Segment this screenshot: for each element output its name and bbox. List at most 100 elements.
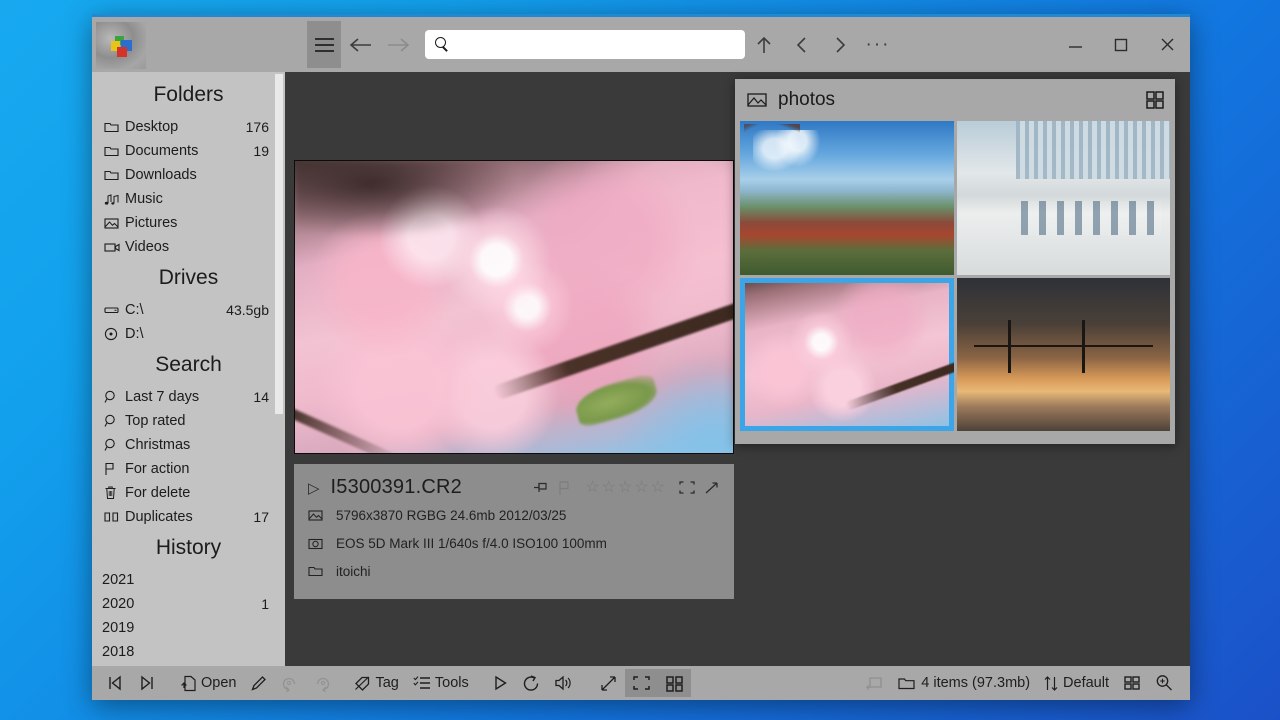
open-label: Open [201,675,237,691]
sidebar-item-for-delete[interactable]: For delete [92,481,285,505]
preview-image[interactable] [294,160,734,454]
sidebar-item-2021[interactable]: 2021 [92,568,285,592]
open-button[interactable]: Open [174,669,243,697]
sidebar-item-last-7-days[interactable]: Last 7 days 14 [92,385,285,409]
sidebar-item-desktop[interactable]: Desktop 176 [92,115,285,139]
expand-icon[interactable] [703,480,720,496]
close-button[interactable] [1144,21,1190,68]
loop-button[interactable] [515,669,548,697]
sidebar-item-2020[interactable]: 2020 1 [92,592,285,616]
flag-icon[interactable] [557,480,572,496]
fullscreen-button[interactable] [593,669,625,697]
sidebar-item-label: Last 7 days [125,389,200,405]
sidebar-item-duplicates[interactable]: Duplicates 17 [92,505,285,529]
tag-label: Tag [375,675,399,691]
disc-icon [104,327,125,341]
star-1[interactable]: ☆ [585,479,599,496]
view-single-button[interactable] [625,669,658,697]
photos-panel-title: photos [778,89,836,110]
camera-meta-text: EOS 5D Mark III 1/640s f/4.0 ISO100 100m… [336,535,607,551]
sidebar-item-count: 19 [253,143,269,159]
sort-button[interactable]: Default [1037,669,1116,697]
tag-button[interactable]: Tag [346,669,405,697]
tools-button[interactable]: Tools [406,669,476,697]
slideshow-button[interactable] [486,669,515,697]
sidebar-item-count: 14 [253,389,269,405]
view-grid-button[interactable] [658,669,691,697]
sound-button[interactable] [548,669,581,697]
sidebar-item-count: 17 [253,509,269,525]
sidebar-item-downloads[interactable]: Downloads [92,163,285,187]
sidebar-heading-history: History [155,536,222,559]
minimize-button[interactable] [1052,21,1098,68]
sidebar-item-c-drive[interactable]: C:\ 43.5gb [92,298,285,322]
picture-icon [747,92,767,108]
maximize-button[interactable] [1098,21,1144,68]
sidebar-item-for-action[interactable]: For action [92,457,285,481]
sidebar-item-label: C:\ [125,302,144,318]
sidebar-item-2018[interactable]: 2018 [92,640,285,664]
camera-icon [308,537,328,550]
search-input[interactable] [425,30,745,59]
application-window: ··· Folders Desktop 176 Documents 19 Dow… [92,14,1190,700]
edit-button[interactable] [243,669,274,697]
last-button[interactable] [131,669,162,697]
menu-button[interactable] [307,21,341,68]
sidebar-item-music[interactable]: Music [92,187,285,211]
duplicate-icon [104,511,125,523]
autumn-landscape-thumbnail[interactable] [740,121,954,275]
star-2[interactable]: ☆ [602,479,616,496]
star-3[interactable]: ☆ [618,479,632,496]
sidebar-item-label: 2018 [102,644,135,660]
sidebar-heading-search: Search [155,353,222,376]
window-body: Folders Desktop 176 Documents 19 Downloa… [92,72,1190,666]
sidebar-item-2017[interactable]: 2017 1 [92,664,285,666]
camera-meta-row: EOS 5D Mark III 1/640s f/4.0 ISO100 100m… [308,529,720,557]
title-bar: ··· [92,17,1190,72]
up-button[interactable] [745,21,783,68]
bottom-toolbar: Open Tag Tools 4 items (97.3mb) Default [92,666,1190,700]
pin-icon[interactable] [532,480,550,496]
previous-button[interactable] [783,21,821,68]
zoom-button[interactable] [1148,669,1180,697]
rotate-right-button[interactable] [306,669,338,697]
rotate-left-button[interactable] [274,669,306,697]
sidebar-item-videos[interactable]: Videos [92,235,285,259]
sort-label: Default [1063,675,1109,691]
grid-view-icon[interactable] [1145,90,1165,110]
sidebar-item-christmas[interactable]: Christmas [92,433,285,457]
play-icon[interactable]: ▷ [308,479,320,497]
white-building-thumbnail[interactable] [956,121,1170,275]
sidebar-item-pictures[interactable]: Pictures [92,211,285,235]
new-button[interactable] [859,669,891,697]
sidebar-item-top-rated[interactable]: Top rated [92,409,285,433]
sidebar-item-label: Pictures [125,215,178,231]
search-icon [104,438,125,452]
file-info-panel: ▷ I5300391.CR2 ☆ ☆ ☆ ☆ ☆ 5796x3870 RGBG … [294,464,734,599]
rating-stars[interactable]: ☆ ☆ ☆ ☆ ☆ [585,479,665,496]
more-button[interactable]: ··· [859,21,897,68]
fit-icon[interactable] [678,480,696,495]
star-4[interactable]: ☆ [634,479,648,496]
search-icon [434,37,449,52]
first-button[interactable] [100,669,131,697]
sidebar-item-2019[interactable]: 2019 [92,616,285,640]
cherry-blossom-thumbnail[interactable] [740,277,954,431]
music-icon [104,193,125,206]
thumbnail-grid [740,121,1170,431]
search-field[interactable] [454,37,732,52]
next-button[interactable] [821,21,859,68]
layout-button[interactable] [1116,669,1148,697]
sidebar-item-label: Music [125,191,163,207]
sidebar-item-d-drive[interactable]: D:\ [92,322,285,346]
sidebar-item-documents[interactable]: Documents 19 [92,139,285,163]
star-5[interactable]: ☆ [651,479,665,496]
bridge-sunset-thumbnail[interactable] [956,277,1170,431]
forward-button[interactable] [379,21,417,68]
image-meta-text: 5796x3870 RGBG 24.6mb 2012/03/25 [336,507,567,523]
sidebar-scrollbar[interactable] [275,74,283,414]
folder-icon [104,121,125,133]
sidebar-item-label: For delete [125,485,191,501]
sidebar-item-label: 2019 [102,620,135,636]
back-button[interactable] [341,21,379,68]
